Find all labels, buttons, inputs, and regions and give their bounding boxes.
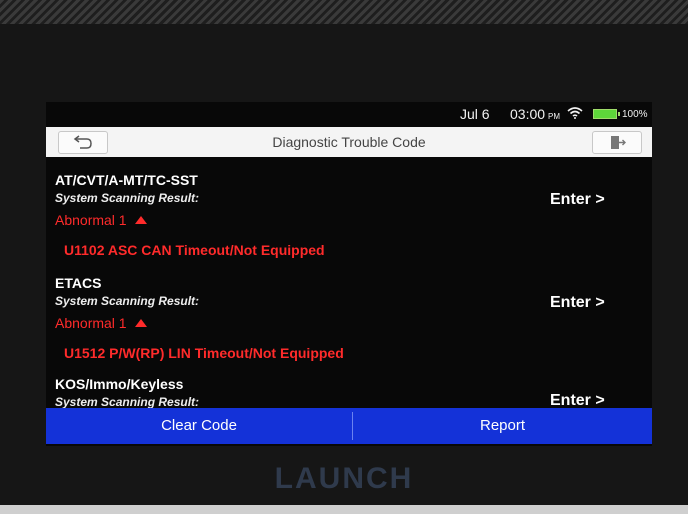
abnormal-label: Abnormal 1: [55, 212, 127, 228]
system-name: AT/CVT/A-MT/TC-SST: [55, 172, 198, 188]
brand-logo: LAUNCH: [274, 462, 414, 495]
bezel-bottom: [0, 505, 688, 514]
exit-door-icon: [611, 136, 626, 149]
clear-code-button[interactable]: Clear Code: [46, 408, 352, 444]
abnormal-status[interactable]: Abnormal 1: [55, 315, 147, 331]
status-ampm: PM: [548, 112, 561, 121]
report-button[interactable]: Report: [353, 408, 652, 444]
status-time-value: 03:00: [510, 106, 546, 122]
status-date: Jul 6: [460, 106, 490, 122]
scan-result-label: System Scanning Result:: [55, 294, 200, 308]
status-time: 03:00 PM: [510, 106, 560, 122]
screen: Jul 6 03:00 PM 100% Diagnostic Trouble Co…: [46, 102, 652, 446]
action-bar: Clear Code Report: [46, 408, 652, 444]
battery-icon: [593, 109, 620, 119]
bezel-top: [0, 0, 688, 24]
enter-button[interactable]: Enter >: [550, 294, 605, 312]
exit-button[interactable]: [592, 131, 642, 154]
dtc-entry: U1102 ASC CAN Timeout/Not Equipped: [64, 242, 325, 258]
page-title: Diagnostic Trouble Code: [272, 134, 426, 150]
system-name: KOS/Immo/Keyless: [55, 376, 184, 392]
enter-button[interactable]: Enter >: [550, 191, 605, 209]
collapse-triangle-icon: [134, 216, 147, 224]
title-bar: Diagnostic Trouble Code: [46, 127, 652, 157]
scan-result-label: System Scanning Result:: [55, 395, 200, 409]
wifi-icon: [567, 107, 583, 119]
status-bar: Jul 6 03:00 PM 100%: [46, 102, 652, 124]
dtc-entry: U1512 P/W(RP) LIN Timeout/Not Equipped: [64, 345, 344, 361]
system-name: ETACS: [55, 275, 102, 291]
abnormal-status[interactable]: Abnormal 1: [55, 212, 147, 228]
battery-level: 100%: [622, 109, 648, 120]
dtc-list: AT/CVT/A-MT/TC-SST System Scanning Resul…: [46, 160, 652, 409]
collapse-triangle-icon: [134, 319, 147, 327]
device-frame: Jul 6 03:00 PM 100% Diagnostic Trouble Co…: [0, 0, 688, 514]
scan-result-label: System Scanning Result:: [55, 191, 200, 205]
abnormal-label: Abnormal 1: [55, 315, 127, 331]
